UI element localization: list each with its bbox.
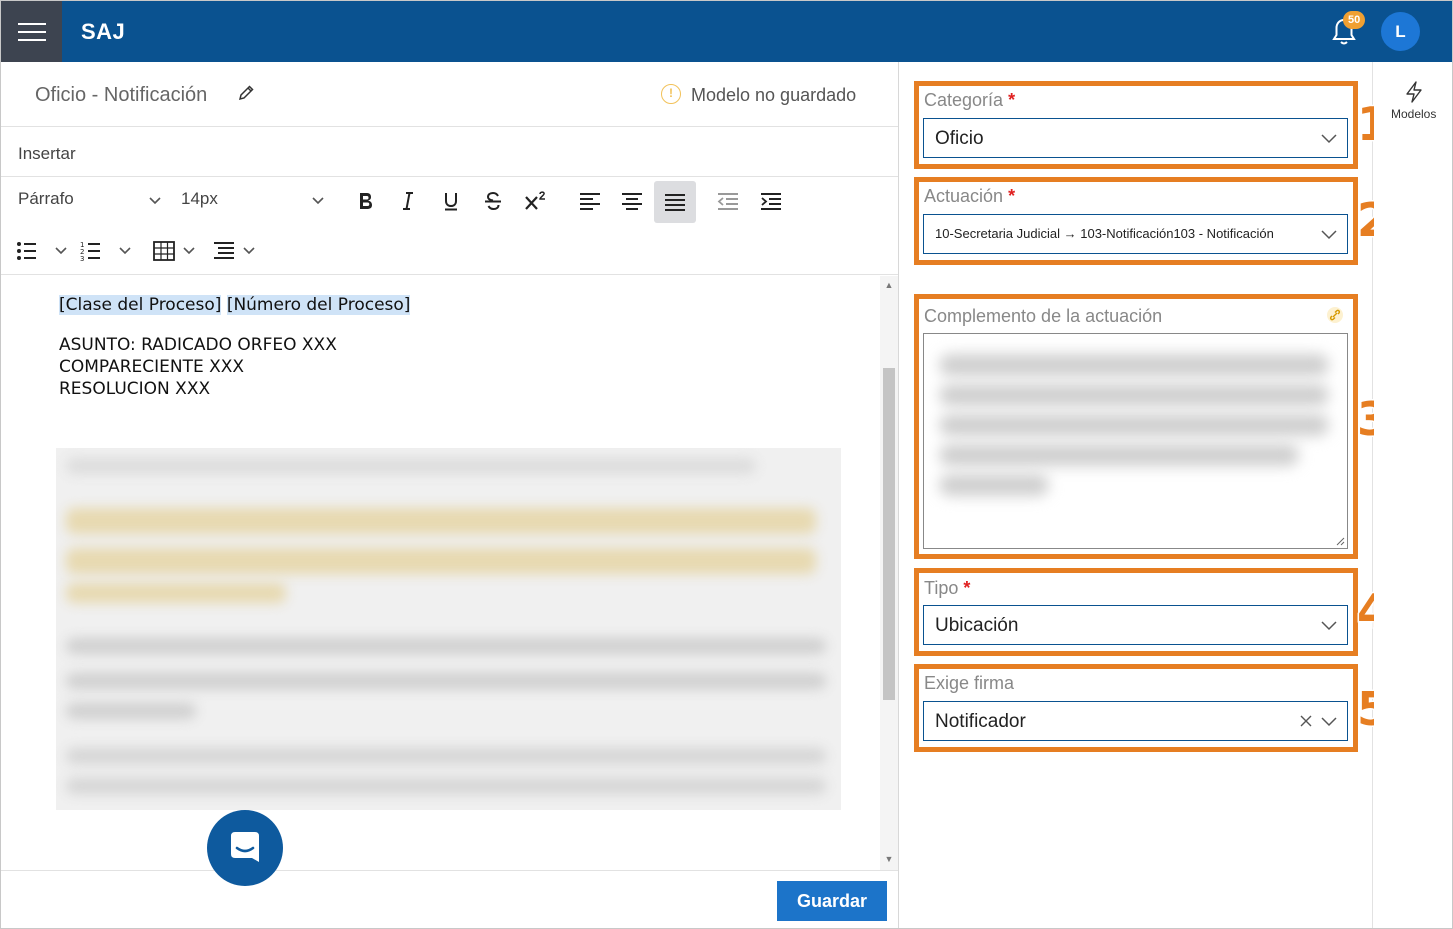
resize-handle-icon[interactable]	[1335, 536, 1345, 546]
exige-firma-label: Exige firma	[924, 673, 1015, 693]
user-avatar[interactable]: L	[1381, 12, 1420, 51]
scroll-down-icon[interactable]: ▼	[883, 854, 895, 864]
editor-panel: Oficio - Notificación ! Modelo no guarda…	[1, 62, 899, 928]
save-button[interactable]: Guardar	[777, 881, 887, 921]
complemento-label: Complemento de la actuación	[924, 306, 1163, 326]
numbered-list-icon[interactable]: 123	[77, 231, 135, 271]
align-justify-icon[interactable]	[654, 181, 696, 223]
categoria-value: Oficio	[935, 128, 984, 149]
chevron-down-icon	[1321, 230, 1337, 240]
placeholder-numero-proceso[interactable]: [Número del Proceso]	[226, 295, 411, 315]
superscript-icon[interactable]	[516, 181, 556, 221]
models-sidebar	[1374, 62, 1452, 928]
categoria-select[interactable]: Oficio	[923, 118, 1348, 158]
tipo-select[interactable]: Ubicación	[923, 605, 1348, 645]
bullet-list-icon[interactable]	[13, 231, 71, 271]
actuacion-value: 10-Secretaria Judicial → 103-Notificació…	[935, 226, 1274, 241]
lightning-icon[interactable]	[1404, 81, 1424, 103]
edit-title-pencil-icon[interactable]	[237, 84, 255, 102]
bold-icon[interactable]	[346, 181, 386, 221]
svg-text:3: 3	[80, 255, 84, 261]
categoria-label-text: Categoría	[924, 90, 1004, 110]
required-mark: *	[1008, 90, 1016, 110]
top-bar: SAJ 50 L	[1, 1, 1452, 62]
models-label[interactable]: Modelos	[1391, 107, 1436, 121]
chevron-down-icon	[1321, 717, 1337, 727]
tipo-value: Ubicación	[935, 615, 1019, 636]
chat-support-icon[interactable]	[207, 810, 283, 886]
text-compareciente: COMPARECIENTE XXX	[59, 357, 245, 377]
actuacion-select[interactable]: 10-Secretaria Judicial → 103-Notificació…	[923, 214, 1348, 254]
actuacion-label-text: Actuación	[924, 186, 1004, 206]
scroll-up-icon[interactable]: ▲	[883, 280, 895, 290]
warning-info-icon: !	[661, 84, 681, 104]
paragraph-style-value: Párrafo	[18, 189, 74, 208]
chevron-down-icon	[312, 197, 324, 205]
document-body[interactable]: [Clase del Proceso] [Número del Proceso]…	[1, 276, 879, 870]
menu-icon[interactable]	[1, 1, 62, 62]
editor-footer: Guardar	[1, 870, 898, 928]
link-icon[interactable]	[1326, 306, 1344, 324]
required-mark: *	[1008, 186, 1016, 206]
chevron-down-icon	[1321, 134, 1337, 144]
editor-menubar: Insertar	[1, 127, 898, 177]
align-left-icon[interactable]	[570, 181, 610, 221]
tipo-label-text: Tipo	[924, 578, 959, 598]
editor-toolbar: Párrafo 14px 1 2 3	[1, 177, 898, 275]
notifications-badge: 50	[1343, 11, 1366, 29]
app-brand: SAJ	[81, 19, 126, 44]
actuacion-label: Actuación *	[924, 186, 1015, 207]
indent-icon[interactable]	[751, 181, 791, 221]
editor-scroll-thumb[interactable]	[883, 368, 895, 700]
menu-insertar[interactable]: Insertar	[18, 144, 76, 164]
italic-icon[interactable]	[388, 181, 428, 221]
paragraph-style-select[interactable]: Párrafo	[18, 189, 168, 217]
chevron-down-icon	[149, 197, 161, 205]
font-size-value: 14px	[181, 189, 218, 208]
chevron-down-icon	[1321, 621, 1337, 631]
strikethrough-icon[interactable]	[473, 181, 513, 221]
categoria-label: Categoría *	[924, 90, 1015, 111]
text-asunto: ASUNTO: RADICADO ORFEO XXX	[59, 335, 337, 355]
font-size-select[interactable]: 14px	[181, 189, 331, 217]
blurred-document-content	[56, 448, 841, 810]
document-text: [Clase del Proceso] [Número del Proceso]…	[59, 294, 411, 400]
line-height-icon[interactable]	[211, 231, 261, 271]
underline-icon[interactable]	[431, 181, 471, 221]
required-mark: *	[963, 578, 971, 598]
save-status-text: Modelo no guardado	[691, 85, 857, 105]
outdent-icon[interactable]	[708, 181, 748, 221]
document-title: Oficio - Notificación	[35, 84, 208, 106]
clear-icon[interactable]	[1299, 714, 1313, 728]
align-center-icon[interactable]	[612, 181, 652, 221]
document-header: Oficio - Notificación ! Modelo no guarda…	[1, 62, 898, 127]
app-window: SAJ 50 L Oficio - Notificación ! Modelo …	[0, 0, 1453, 929]
complemento-textarea[interactable]	[923, 333, 1348, 549]
tipo-label: Tipo *	[924, 578, 970, 599]
table-icon[interactable]	[151, 231, 201, 271]
exige-firma-select[interactable]: Notificador	[923, 701, 1348, 741]
exige-firma-value: Notificador	[935, 711, 1026, 732]
placeholder-clase-proceso[interactable]: [Clase del Proceso]	[59, 295, 222, 315]
text-resolucion: RESOLUCION XXX	[59, 379, 211, 399]
